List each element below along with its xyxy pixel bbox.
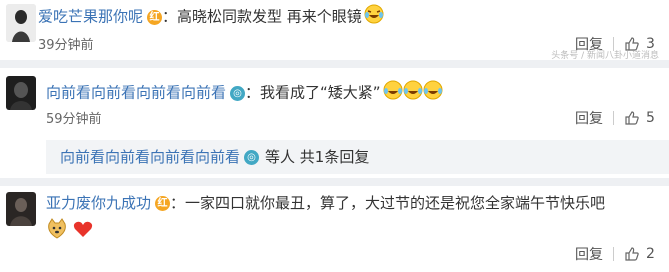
emoji-row	[46, 218, 94, 240]
comment-text: ：我看成了“矮大紧”	[245, 83, 381, 102]
like-count: 5	[646, 110, 655, 126]
comment-card: 爱吃芒果那你呢红：高晓松同款发型 再来个眼镜 39分钟前 回复 3 头条号 / …	[0, 0, 669, 61]
username[interactable]: 爱吃芒果那你呢	[38, 8, 143, 26]
member-badge-icon: 红	[147, 9, 163, 25]
avatar[interactable]	[6, 76, 36, 110]
camera-badge-icon: ◎	[230, 85, 246, 101]
like-count: 2	[646, 246, 655, 262]
comment-time: 39分钟前	[38, 38, 94, 53]
comment-line: 爱吃芒果那你呢红：高晓松同款发型 再来个眼镜	[38, 4, 384, 30]
thumbs-up-icon	[625, 247, 639, 261]
comment-line: 向前看向前看向前看向前看 ◎ ：我看成了“矮大紧”	[46, 80, 443, 106]
reply-summary-text: 等人 共1条回复	[265, 148, 370, 166]
comment-card: 亚力废你九成功红：一家四口就你最丑，算了，大过节的还是祝您全家端午节快乐吧 回复…	[0, 186, 669, 272]
thumbs-up-icon	[625, 111, 639, 125]
avatar[interactable]	[6, 192, 36, 226]
username[interactable]: 向前看向前看向前看向前看	[46, 84, 226, 102]
laughing-tears-emoji-icon	[383, 80, 443, 106]
like-button[interactable]: 2	[624, 246, 655, 262]
comment-text: ：高晓松同款发型 再来个眼镜	[162, 7, 362, 26]
comment-text: ：一家四口就你最丑，算了，大过节的还是祝您全家端午节快乐吧	[170, 194, 606, 212]
separator	[0, 60, 669, 68]
avatar[interactable]	[6, 4, 36, 42]
reply-thread-summary[interactable]: 向前看向前看向前看向前看 ◎ 等人 共1条回复	[46, 140, 669, 174]
divider	[613, 247, 614, 261]
reply-button[interactable]: 回复	[575, 108, 603, 128]
camera-badge-icon: ◎	[244, 150, 260, 165]
doge-emoji-icon	[48, 218, 66, 239]
separator	[0, 178, 669, 186]
comment-actions: 回复 5	[575, 108, 655, 128]
laughing-tears-emoji-icon	[364, 4, 384, 30]
comment-time: 59分钟前	[46, 112, 102, 127]
divider	[613, 111, 614, 125]
comment-line: 亚力废你九成功红：一家四口就你最丑，算了，大过节的还是祝您全家端午节快乐吧	[46, 192, 605, 214]
member-badge-icon: 红	[155, 196, 171, 211]
comment-actions: 回复 2	[575, 244, 655, 264]
username[interactable]: 亚力废你九成功	[46, 194, 151, 212]
heart-emoji-icon	[73, 221, 93, 237]
reply-username[interactable]: 向前看向前看向前看向前看	[60, 148, 240, 166]
reply-button[interactable]: 回复	[575, 244, 603, 264]
like-button[interactable]: 5	[624, 110, 655, 126]
